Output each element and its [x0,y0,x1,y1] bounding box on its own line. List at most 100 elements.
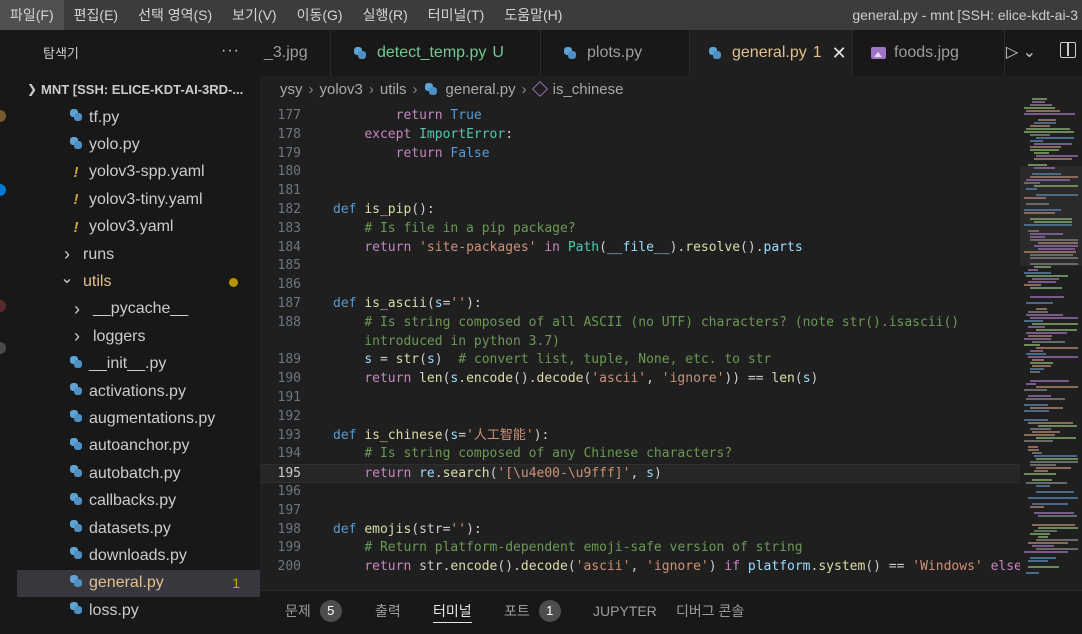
more-actions-icon[interactable]: ··· [221,42,240,60]
code-editor[interactable]: 177 return True 178 except ImportError: 17… [260,102,1020,578]
code-line[interactable]: 193 def is_chinese(s='人工智能'): [260,427,1020,446]
file-item[interactable]: loss.py [17,597,260,624]
minimap-line [1030,362,1053,364]
file-label: activations.py [89,382,186,400]
menu-run[interactable]: 실행(R) [353,0,418,30]
code-line[interactable]: 191 [260,389,1020,408]
tab-3-jpg[interactable]: _3.jpg [250,30,331,76]
file-item[interactable]: activations.py [17,378,260,405]
breadcrumb-item[interactable]: yolov3 [320,81,363,98]
menu-view[interactable]: 보기(V) [222,0,286,30]
close-icon[interactable]: ✕ [832,43,847,64]
file-item[interactable]: autoanchor.py [17,433,260,460]
file-item[interactable]: callbacks.py [17,487,260,514]
file-item[interactable]: autobatch.py [17,460,260,487]
split-editor-icon[interactable] [1060,42,1076,58]
tab-output[interactable]: 출력 [375,591,401,631]
git-untracked-badge: U [492,44,504,61]
tab-ports[interactable]: 포트 1 [504,591,561,631]
code-line[interactable]: 185 [260,257,1020,276]
file-item[interactable]: yolo.py [17,131,260,158]
tab-problems[interactable]: 문제 5 [285,591,342,631]
code-line[interactable]: 179 return False [260,145,1020,164]
menu-edit[interactable]: 편집(E) [64,0,128,30]
code-line[interactable]: str [260,577,1020,578]
code-line[interactable]: 182 def is_pip(): [260,201,1020,220]
tab-foods-jpg[interactable]: foods.jpg [853,30,1005,76]
code-line[interactable]: 194 # Is string composed of any Chinese … [260,445,1020,464]
minimap-line [1032,101,1045,103]
code-line[interactable]: 188 # Is string composed of all ASCII (n… [260,314,1020,333]
breadcrumb-item[interactable]: ysy [280,81,303,98]
code-line[interactable]: 190 return len(s.encode().decode('ascii'… [260,370,1020,389]
code-line[interactable]: 198 def emojis(str=''): [260,521,1020,540]
tab-terminal[interactable]: 터미널 [433,591,472,631]
minimap-line [1032,365,1051,367]
file-item[interactable]: augmentations.py [17,405,260,432]
python-file-icon [69,546,83,560]
code-line[interactable]: 196 [260,483,1020,502]
breadcrumb-item[interactable]: is_chinese [553,81,624,98]
file-item[interactable]: ! yolov3.yaml [17,214,260,241]
folder-item[interactable]: › loggers [17,323,260,350]
minimap-line [1032,524,1075,526]
code-line[interactable]: 181 [260,182,1020,201]
code-line[interactable]: 180 [260,163,1020,182]
tab-plots-py[interactable]: plots.py [541,30,690,76]
folder-item[interactable]: › runs [17,241,260,268]
minimap-line [1030,263,1078,265]
code-line[interactable]: 195 return re.search('[\u4e00-\u9fff]', … [260,464,1020,483]
file-item[interactable]: tf.py [17,104,260,131]
code-line[interactable]: 189 s = str(s) # convert list, tuple, No… [260,351,1020,370]
minimap-line [1024,338,1051,340]
run-icon[interactable]: ▷ ⌄ [1006,42,1036,62]
file-item[interactable]: ! yolov3-spp.yaml [17,159,260,186]
activity-icon[interactable] [0,342,6,354]
activity-icon[interactable] [0,110,6,122]
workspace-root[interactable]: ❯ MNT [SSH: ELICE-KDT-AI-3RD-... [17,74,260,104]
menu-go[interactable]: 이동(G) [287,0,353,30]
file-item[interactable]: general.py 1 [17,569,260,598]
code-text: def is_pip(): [333,202,435,217]
breadcrumb-item[interactable]: utils [380,81,407,98]
code-line[interactable]: 186 [260,276,1020,295]
file-item[interactable]: ! yolov3-tiny.yaml [17,186,260,213]
chevron-right-icon: › [368,80,374,98]
tab-jupyter[interactable]: JUPYTER [593,591,657,631]
code-line[interactable]: 183 # Is file in a pip package? [260,220,1020,239]
folder-item[interactable]: › __pycache__ [17,296,260,323]
minimap-line [1024,344,1040,346]
menu-selection[interactable]: 선택 영역(S) [128,0,222,30]
menu-help[interactable]: 도움말(H) [494,0,572,30]
code-line[interactable]: 199 # Return platform-dependent emoji-sa… [260,539,1020,558]
code-line[interactable]: introduced in python 3.7) [260,333,1020,352]
file-item[interactable]: datasets.py [17,515,260,542]
tab-general-py[interactable]: general.py 1 ✕ [690,30,853,76]
folder-item[interactable]: ⌄ utils [17,268,260,295]
code-line[interactable]: 178 except ImportError: [260,126,1020,145]
breadcrumb-item[interactable]: general.py [446,81,516,98]
minimap-line [1030,296,1064,298]
activity-badge-icon[interactable] [0,184,6,196]
minimap[interactable] [1020,76,1082,578]
minimap-line [1024,209,1061,211]
minimap-line [1030,236,1045,238]
python-file-icon [708,46,722,60]
activity-icon[interactable] [0,300,6,312]
file-item[interactable]: downloads.py [17,542,260,569]
code-line[interactable]: 187 def is_ascii(s=''): [260,295,1020,314]
code-line[interactable]: 200 return str.encode().decode('ascii', … [260,558,1020,577]
menu-terminal[interactable]: 터미널(T) [418,0,495,30]
file-item[interactable]: __init__.py [17,351,260,378]
code-line[interactable]: 184 return 'site-packages' in Path(__fil… [260,239,1020,258]
code-line[interactable]: 177 return True [260,107,1020,126]
tab-debug-console[interactable]: 디버그 콘솔 [676,591,744,631]
code-line[interactable]: 197 [260,502,1020,521]
minimap-line [1034,221,1072,223]
line-number: 190 [277,371,301,387]
python-file-icon [69,136,83,150]
minimap-line [1030,125,1050,127]
menu-file[interactable]: 파일(F) [0,0,64,30]
tab-detect-temp-py[interactable]: detect_temp.py U [331,30,541,76]
code-line[interactable]: 192 [260,408,1020,427]
